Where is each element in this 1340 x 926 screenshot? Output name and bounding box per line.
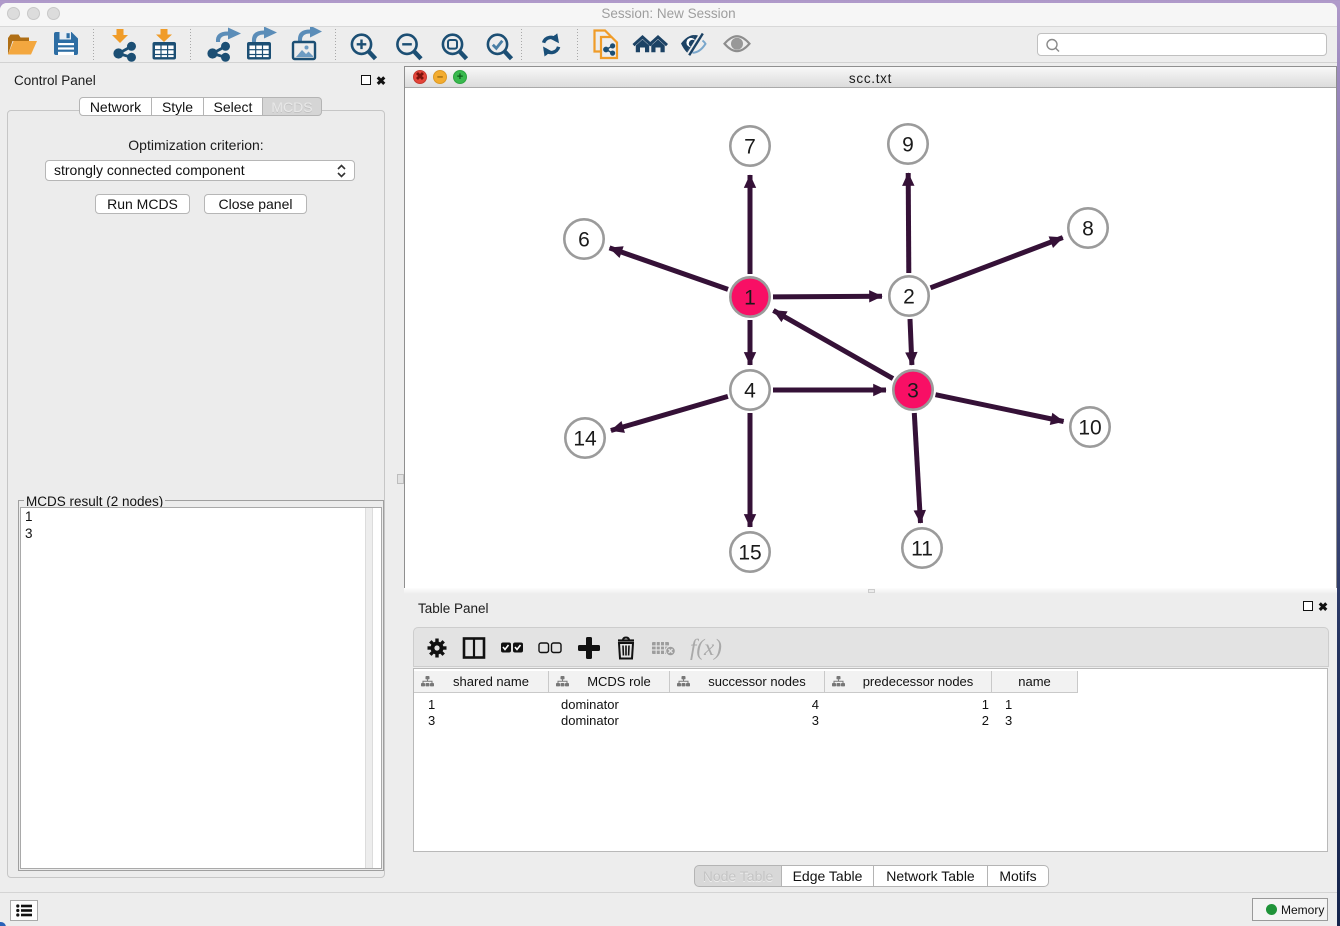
svg-text:10: 10: [1078, 417, 1101, 440]
svg-text:7: 7: [744, 136, 756, 159]
svg-text:9: 9: [902, 134, 914, 157]
svg-text:8: 8: [1082, 218, 1094, 241]
svg-text:4: 4: [744, 380, 756, 403]
svg-text:11: 11: [911, 538, 933, 561]
svg-text:3: 3: [907, 380, 919, 403]
svg-text:14: 14: [573, 428, 597, 451]
svg-text:6: 6: [578, 229, 590, 252]
svg-text:15: 15: [738, 542, 761, 565]
svg-text:1: 1: [744, 287, 756, 310]
svg-text:f(x): f(x): [690, 635, 722, 660]
svg-text:2: 2: [903, 286, 915, 309]
